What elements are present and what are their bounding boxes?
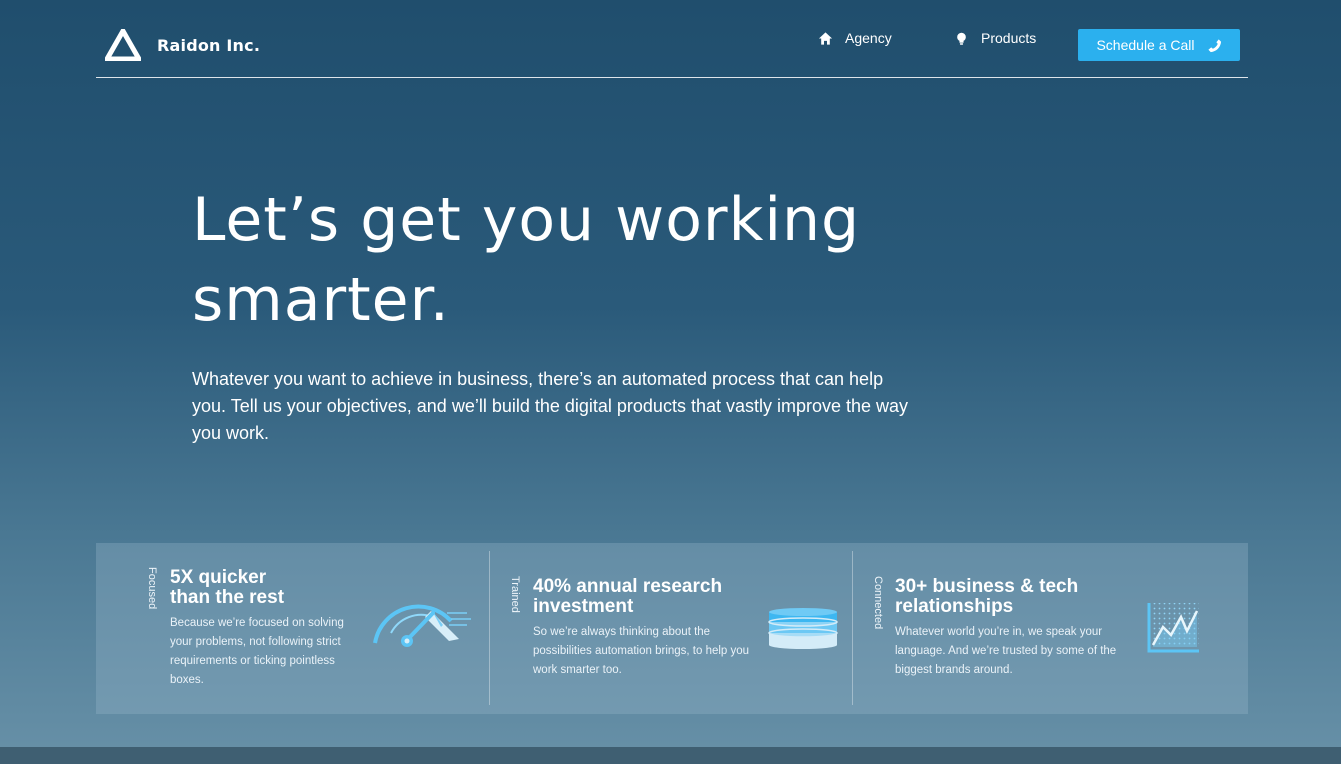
nav-item-products[interactable]: Products <box>954 30 1036 46</box>
nav-label-products: Products <box>981 30 1037 46</box>
triangle-logo-icon <box>105 29 141 61</box>
feature-title-line-1: 30+ business & tech <box>895 576 1079 597</box>
hero-title: Let’s get you working smarter. <box>192 180 952 340</box>
feature-title-line-1: 5X quicker <box>170 567 267 588</box>
feature-title: 40% annual research investment <box>533 577 722 617</box>
feature-description: Because we’re focused on solving your pr… <box>170 617 344 686</box>
feature-description: Whatever world you’re in, we speak your … <box>895 626 1117 676</box>
database-icon <box>768 608 838 649</box>
feature-description: So we’re always thinking about the possi… <box>533 626 750 676</box>
schedule-call-label: Schedule a Call <box>1096 37 1195 53</box>
feature-card-focused: Focused 5X quicker than the rest Because… <box>96 551 489 705</box>
features-panel: Focused 5X quicker than the rest Because… <box>96 543 1248 714</box>
line-chart-icon <box>1147 603 1199 653</box>
feature-title-line-2: than the rest <box>170 587 285 608</box>
home-icon <box>818 31 833 45</box>
lightbulb-icon <box>957 32 966 45</box>
feature-title: 5X quicker than the rest <box>170 568 284 608</box>
feature-title-line-2: relationships <box>895 596 1014 617</box>
page-bottom-strip <box>0 747 1341 764</box>
speedometer-icon <box>373 604 471 647</box>
feature-card-connected: Connected 30+ business & tech relationsh… <box>852 551 1248 705</box>
feature-tag: Focused <box>146 567 158 610</box>
nav-label-agency: Agency <box>845 30 892 46</box>
feature-title-line-2: investment <box>533 596 634 617</box>
feature-title-line-1: 40% annual research <box>533 576 723 597</box>
feature-title: 30+ business & tech relationships <box>895 577 1078 617</box>
hero-subtitle: Whatever you want to achieve in business… <box>192 369 909 443</box>
brand-name: Raidon Inc. <box>157 35 261 55</box>
feature-tag: Trained <box>509 576 521 613</box>
site-header: Raidon Inc. Agency Products Schedule a C… <box>96 0 1248 78</box>
hero-title-line-1: Let’s get you working <box>192 185 861 255</box>
feature-card-trained: Trained 40% annual research investment S… <box>489 551 852 705</box>
nav-item-agency[interactable]: Agency <box>818 30 892 46</box>
schedule-call-button[interactable]: Schedule a Call <box>1078 29 1240 61</box>
phone-icon <box>1207 38 1221 52</box>
feature-tag: Connected <box>872 576 884 630</box>
hero-title-line-2: smarter. <box>192 265 450 335</box>
brand-logo[interactable]: Raidon Inc. <box>105 29 260 61</box>
